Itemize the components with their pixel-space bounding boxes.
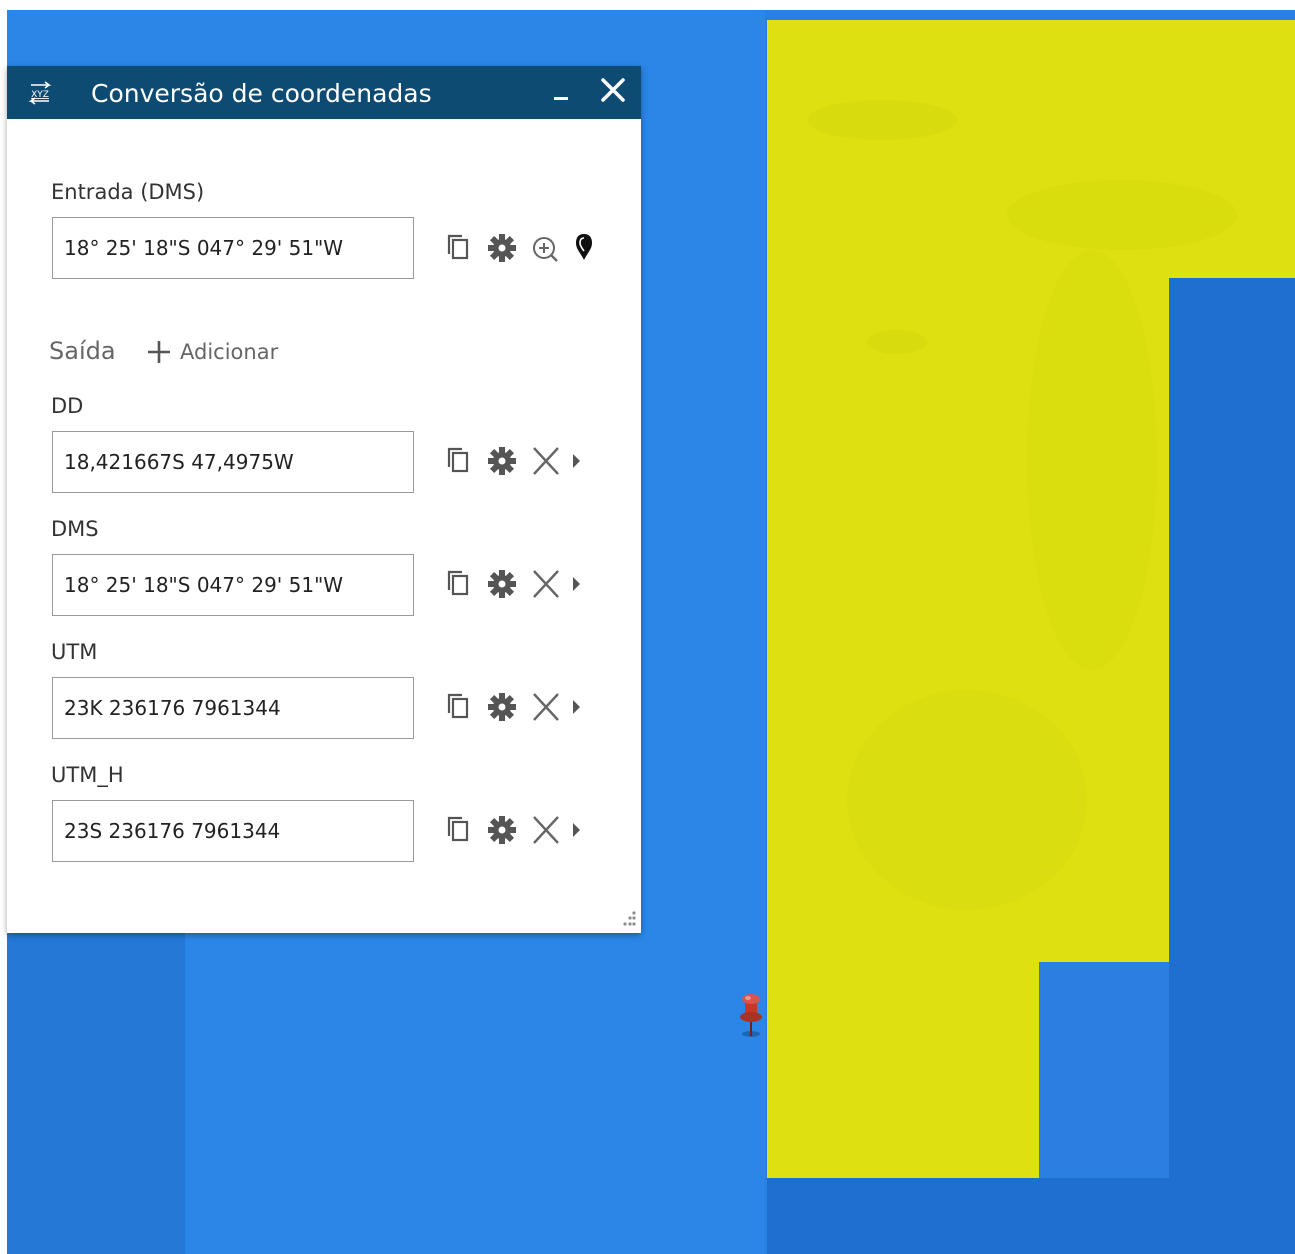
copy-icon (447, 816, 469, 842)
xyz-convert-icon: XYZ (28, 81, 52, 105)
map-terrain-bottom (767, 1178, 1295, 1254)
gear-icon (488, 693, 516, 721)
expand-output-button[interactable] (567, 445, 587, 479)
close-button[interactable] (597, 76, 629, 108)
output-settings-button[interactable] (485, 814, 519, 848)
input-settings-button[interactable] (485, 232, 519, 266)
output-coordinate-field[interactable] (52, 431, 414, 493)
map-terrain-right (1169, 278, 1295, 1254)
minimize-button[interactable] (547, 76, 575, 110)
gear-icon (488, 570, 516, 598)
remove-output-button[interactable] (529, 691, 563, 725)
gear-icon (488, 816, 516, 844)
minimize-icon (554, 97, 568, 100)
gear-icon (488, 234, 516, 262)
remove-output-button[interactable] (529, 814, 563, 848)
copy-icon (447, 693, 469, 719)
expand-output-button[interactable] (567, 814, 587, 848)
output-settings-button[interactable] (485, 568, 519, 602)
output-heading: Saída (49, 337, 116, 365)
close-icon (601, 78, 625, 102)
output-label: UTM_H (51, 763, 124, 787)
highlight-polygon-top (767, 20, 1295, 278)
output-label: UTM (51, 640, 98, 664)
remove-icon (533, 693, 559, 721)
expand-arrow-icon (573, 577, 580, 591)
input-coordinate-field[interactable] (52, 217, 414, 279)
terrain-texture (807, 100, 957, 140)
output-label: DMS (51, 517, 99, 541)
remove-output-button[interactable] (529, 568, 563, 602)
app-stage: XYZ Conversão de coordenadas Entrada (DM… (0, 0, 1295, 1254)
expand-arrow-icon (573, 823, 580, 837)
output-settings-button[interactable] (485, 691, 519, 725)
map-pin-icon (576, 234, 592, 260)
output-coordinate-field[interactable] (52, 677, 414, 739)
expand-arrow-icon (573, 454, 580, 468)
remove-icon (533, 447, 559, 475)
terrain-texture (1027, 250, 1157, 670)
copy-output-button[interactable] (443, 568, 477, 602)
output-label: DD (51, 394, 84, 418)
map-terrain-left (7, 930, 185, 1254)
plus-icon (148, 341, 170, 363)
output-settings-button[interactable] (485, 445, 519, 479)
panel-title: Conversão de coordenadas (91, 79, 432, 108)
input-label: Entrada (DMS) (51, 180, 205, 204)
terrain-texture (1007, 180, 1237, 250)
remove-output-button[interactable] (529, 445, 563, 479)
highlight-polygon-bottom (767, 962, 1039, 1178)
copy-icon (447, 234, 469, 260)
terrain-texture (847, 690, 1087, 910)
output-coordinate-field[interactable] (52, 800, 414, 862)
coordinate-conversion-panel: XYZ Conversão de coordenadas Entrada (DM… (7, 66, 641, 933)
copy-output-button[interactable] (443, 814, 477, 848)
copy-output-button[interactable] (443, 691, 477, 725)
map-pin-marker[interactable] (736, 990, 766, 1040)
remove-icon (533, 816, 559, 844)
expand-output-button[interactable] (567, 568, 587, 602)
remove-icon (533, 570, 559, 598)
place-point-button[interactable] (567, 230, 601, 264)
copy-icon (447, 570, 469, 596)
gear-icon (488, 447, 516, 475)
output-coordinate-field[interactable] (52, 554, 414, 616)
resize-grip-icon[interactable] (619, 910, 637, 928)
add-output-label: Adicionar (180, 340, 279, 364)
expand-output-button[interactable] (567, 691, 587, 725)
copy-input-button[interactable] (443, 232, 477, 266)
zoom-to-button[interactable] (529, 232, 563, 266)
copy-output-button[interactable] (443, 445, 477, 479)
expand-arrow-icon (573, 700, 580, 714)
panel-titlebar[interactable]: XYZ Conversão de coordenadas (7, 66, 641, 119)
copy-icon (447, 447, 469, 473)
terrain-texture (867, 330, 927, 354)
zoom-in-icon (533, 237, 558, 262)
